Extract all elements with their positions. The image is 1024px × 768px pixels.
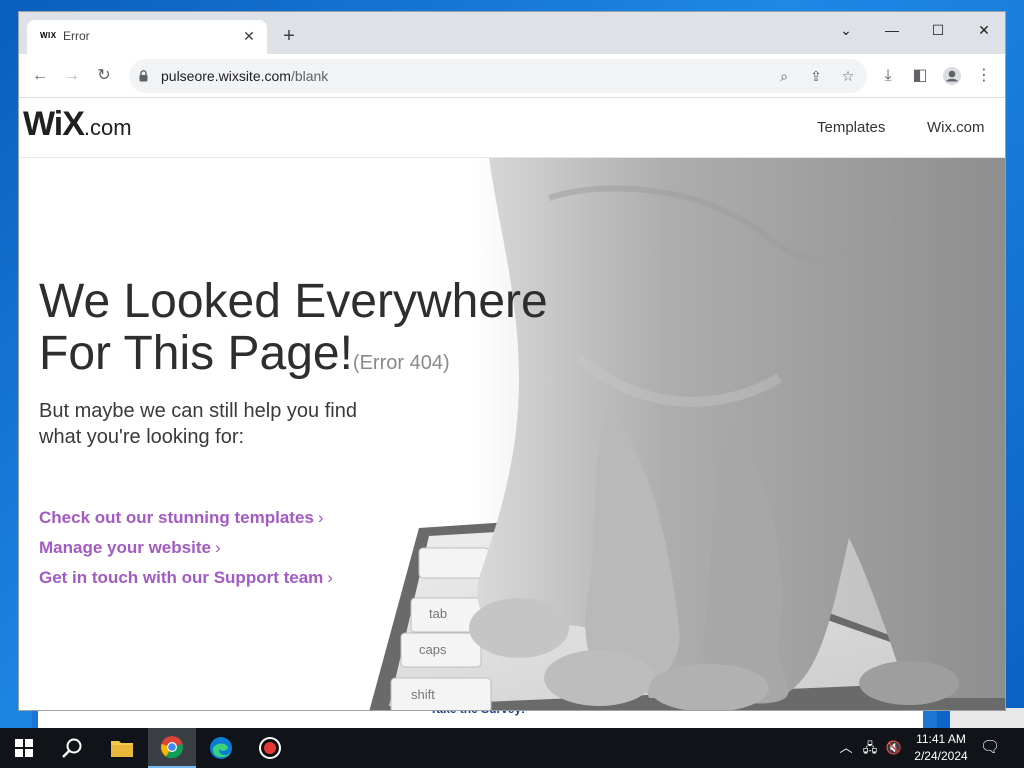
- reload-icon[interactable]: ↻: [92, 64, 116, 88]
- tab-error[interactable]: WIX Error ✕: [27, 20, 267, 54]
- link-support-team[interactable]: Get in touch with our Support team ›: [39, 568, 333, 598]
- star-icon[interactable]: ☆: [838, 66, 858, 86]
- menu-icon[interactable]: ⋮: [972, 64, 996, 88]
- help-links: Check out our stunning templates › Manage…: [39, 508, 333, 598]
- nav-templates[interactable]: Templates: [817, 119, 885, 136]
- nav-wix-com[interactable]: Wix.com: [927, 119, 985, 136]
- site-header: WiX.com Templates Wix.com: [19, 99, 1005, 158]
- browser-toolbar: ← → ↻ pulseore.wixsite.com/blank ⌕ ⇪ ☆ ⤓…: [19, 54, 1005, 98]
- tab-title: Error: [63, 29, 90, 43]
- network-icon[interactable]: 🖧: [860, 738, 880, 758]
- file-explorer-icon[interactable]: [98, 728, 146, 768]
- wix-favicon-icon: WIX: [40, 31, 57, 40]
- close-tab-icon[interactable]: ✕: [239, 26, 259, 46]
- profile-icon[interactable]: [940, 64, 964, 88]
- share-icon[interactable]: ⇪: [806, 66, 826, 86]
- tab-search-icon[interactable]: ⌄: [823, 16, 869, 44]
- link-templates[interactable]: Check out our stunning templates ›: [39, 508, 333, 538]
- url-text[interactable]: pulseore.wixsite.com/blank: [161, 68, 328, 84]
- download-icon[interactable]: ⤓: [876, 64, 900, 88]
- forward-icon[interactable]: →: [60, 64, 84, 88]
- notifications-icon[interactable]: 🗨: [980, 738, 1000, 758]
- side-panel-icon[interactable]: ◧: [908, 64, 932, 88]
- record-icon[interactable]: [246, 728, 294, 768]
- edge-icon[interactable]: [197, 728, 245, 768]
- minimize-button[interactable]: —: [869, 16, 915, 44]
- hero-section: tab caps shift We Looked Everywhere For …: [19, 158, 1005, 710]
- error-code: (Error 404): [352, 352, 450, 374]
- search-icon[interactable]: [48, 728, 96, 768]
- start-icon[interactable]: [0, 728, 48, 768]
- taskbar: ︿ 🖧 🔇 11:41 AM 2/24/2024 🗨: [0, 728, 1024, 768]
- browser-window: WIX Error ✕ + ⌄ — ☐ ✕ ← → ↻ pulseore.wix…: [18, 11, 1006, 711]
- wix-logo[interactable]: WiX.com: [23, 105, 132, 144]
- key-caps: caps: [419, 642, 447, 657]
- close-window-button[interactable]: ✕: [961, 16, 1005, 44]
- chrome-icon[interactable]: [148, 728, 196, 768]
- key-tab: tab: [429, 606, 447, 621]
- key-shift: shift: [411, 687, 435, 702]
- background-widget: [950, 708, 1024, 728]
- cat-on-keyboard-image: tab caps shift: [369, 158, 1005, 710]
- clock-date: 2/24/2024: [914, 749, 968, 763]
- back-icon[interactable]: ←: [28, 64, 52, 88]
- volume-muted-icon[interactable]: 🔇: [884, 738, 904, 758]
- help-text: But maybe we can still help you find wha…: [39, 400, 357, 448]
- maximize-button[interactable]: ☐: [915, 16, 961, 44]
- clock-time: 11:41 AM: [916, 732, 966, 746]
- page-content: WiX.com Templates Wix.com tab caps shift…: [19, 99, 1005, 710]
- show-hidden-icons-icon[interactable]: ︿: [836, 738, 856, 758]
- link-manage-website[interactable]: Manage your website ›: [39, 538, 333, 568]
- system-clock[interactable]: 11:41 AM 2/24/2024: [906, 731, 976, 765]
- tab-strip: WIX Error ✕ + ⌄ — ☐ ✕: [19, 12, 1005, 54]
- lock-icon[interactable]: [139, 70, 148, 82]
- address-bar[interactable]: pulseore.wixsite.com/blank ⌕ ⇪ ☆: [129, 59, 867, 93]
- error-headline: We Looked Everywhere For This Page!(Erro…: [39, 275, 548, 380]
- new-tab-button[interactable]: +: [277, 25, 301, 49]
- zoom-icon[interactable]: ⌕: [774, 66, 794, 86]
